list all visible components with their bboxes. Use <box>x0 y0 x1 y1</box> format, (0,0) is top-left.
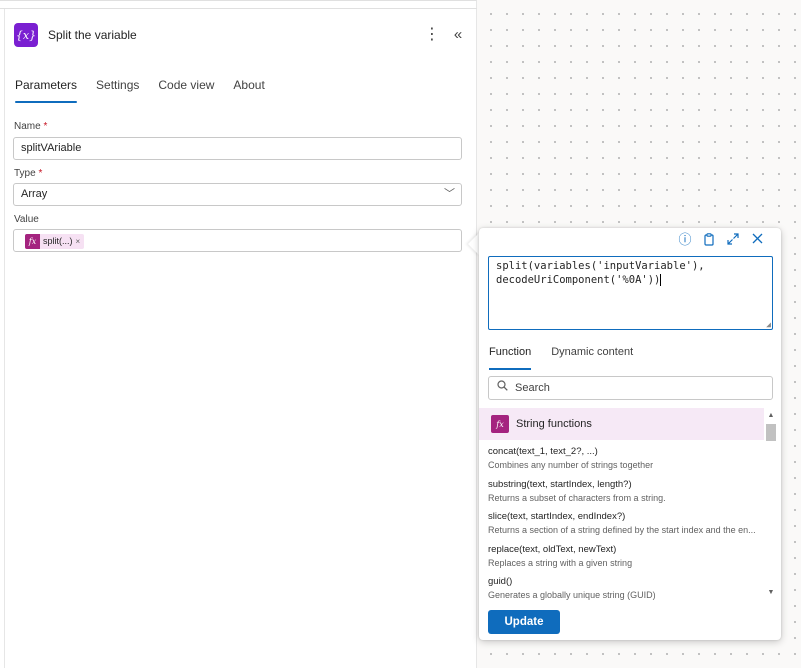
expression-input[interactable]: split(variables('inputVariable'), decode… <box>488 256 773 330</box>
scrollbar-thumb[interactable] <box>766 424 776 441</box>
required-marker: * <box>38 168 43 179</box>
expression-tabs: Function Dynamic content <box>489 346 653 370</box>
function-list: fx String functions concat(text_1, text_… <box>479 408 781 600</box>
category-string-functions[interactable]: fx String functions <box>479 408 764 440</box>
expression-line-2: decodeUriComponent('%0A')) <box>496 274 661 286</box>
resize-grip-icon[interactable]: ◢ <box>766 321 771 329</box>
search-icon <box>497 380 508 394</box>
function-signature: concat(text_1, text_2?, ...) <box>488 446 598 457</box>
function-description: Replaces a string with a given string <box>488 558 633 568</box>
tab-code-view[interactable]: Code view <box>158 77 214 103</box>
panel-tabs: Parameters Settings Code view About <box>15 77 284 103</box>
remove-token-icon[interactable]: × <box>76 231 81 252</box>
name-input[interactable]: splitVAriable <box>13 137 462 160</box>
tab-settings[interactable]: Settings <box>96 77 139 103</box>
tab-parameters[interactable]: Parameters <box>15 77 78 103</box>
type-dropdown[interactable]: Array ﹀ <box>13 183 462 206</box>
collapse-panel-icon[interactable]: « <box>450 25 466 45</box>
function-item-substring[interactable]: substring(text, startIndex, length?) Ret… <box>488 479 760 504</box>
variable-icon: {x} <box>14 23 38 47</box>
type-field-label: Type * <box>14 168 42 179</box>
action-title[interactable]: Split the variable <box>48 28 137 42</box>
function-description: Combines any number of strings together <box>488 460 654 470</box>
function-item-concat[interactable]: concat(text_1, text_2?, ...) Combines an… <box>488 446 760 471</box>
scroll-up-icon[interactable]: ▲ <box>765 411 777 421</box>
text-cursor <box>660 274 662 286</box>
chevron-down-icon[interactable]: ﹀ <box>444 184 455 205</box>
tab-function[interactable]: Function <box>489 346 532 370</box>
function-signature: substring(text, startIndex, length?) <box>488 479 632 490</box>
function-icon: fx <box>491 415 509 433</box>
name-label-text: Name <box>14 121 41 132</box>
expression-token-label: split(...) <box>43 236 73 246</box>
info-icon[interactable]: ⓘ <box>673 233 697 249</box>
tab-dynamic-content[interactable]: Dynamic content <box>551 346 633 370</box>
function-item-slice[interactable]: slice(text, startIndex, endIndex?) Retur… <box>488 511 760 536</box>
properties-panel: {x} Split the variable ⋮ « Parameters Se… <box>0 0 477 668</box>
search-input[interactable] <box>515 380 755 396</box>
value-input[interactable]: fx split(...) × <box>13 229 462 252</box>
value-label-text: Value <box>14 214 39 225</box>
popup-toolbar: ⓘ <box>673 233 769 249</box>
type-selected-value: Array <box>21 188 48 200</box>
function-signature: slice(text, startIndex, endIndex?) <box>488 511 626 522</box>
update-button[interactable]: Update <box>488 610 560 634</box>
scroll-down-icon[interactable]: ▼ <box>765 588 777 598</box>
tab-about[interactable]: About <box>233 77 264 103</box>
value-field-label: Value <box>14 214 39 225</box>
expression-token[interactable]: fx split(...) × <box>25 231 85 252</box>
function-signature: guid() <box>488 576 513 587</box>
function-item-replace[interactable]: replace(text, oldText, newText) Replaces… <box>488 544 760 569</box>
function-search[interactable] <box>488 376 773 400</box>
function-description: Returns a subset of characters from a st… <box>488 493 666 503</box>
function-item-guid[interactable]: guid() Generates a globally unique strin… <box>488 576 760 600</box>
panel-top-divider <box>0 8 477 9</box>
type-label-text: Type <box>14 168 36 179</box>
clipboard-icon[interactable] <box>697 233 721 249</box>
close-icon[interactable] <box>745 233 769 249</box>
function-list-scrollbar[interactable]: ▲ ▼ <box>765 408 777 600</box>
expression-line-1: split(variables('inputVariable'), <box>496 260 705 272</box>
function-icon: fx <box>25 234 40 249</box>
name-field-label: Name * <box>14 121 47 132</box>
expand-icon[interactable] <box>721 233 745 249</box>
function-description: Generates a globally unique string (GUID… <box>488 590 656 600</box>
category-label: String functions <box>516 418 592 430</box>
more-options-icon[interactable]: ⋮ <box>424 25 440 45</box>
function-signature: replace(text, oldText, newText) <box>488 544 617 555</box>
panel-left-divider <box>4 9 5 668</box>
function-description: Returns a section of a string defined by… <box>488 525 756 535</box>
expression-editor-popup: ⓘ split(variables('inputVariable'), deco… <box>479 228 781 640</box>
required-marker: * <box>43 121 48 132</box>
